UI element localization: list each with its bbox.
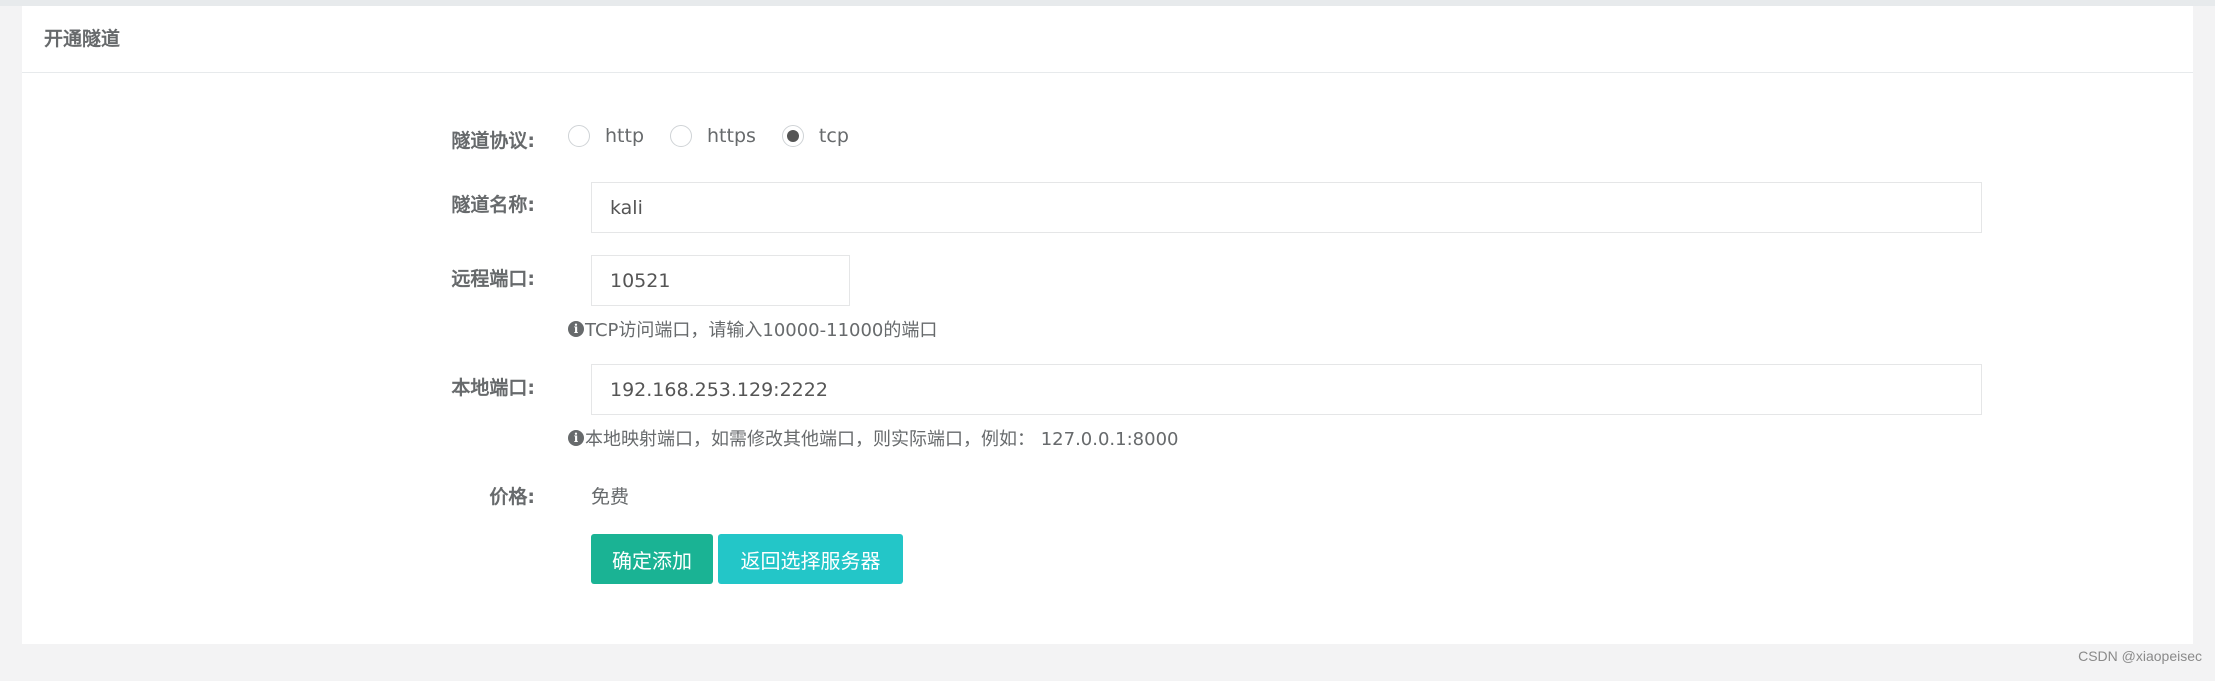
local-port-label: 本地端口: xyxy=(451,377,535,399)
protocol-option-http[interactable]: http xyxy=(568,125,644,147)
radio-tcp[interactable] xyxy=(781,125,804,147)
remote-port-label: 远程端口: xyxy=(451,268,535,290)
info-circle-icon: i xyxy=(568,321,584,337)
back-to-server-select-button[interactable]: 返回选择服务器 xyxy=(718,534,903,584)
remote-port-help: i TCP访问端口，请输入10000-11000的端口 xyxy=(568,316,937,342)
open-tunnel-panel: 开通隧道 xyxy=(22,6,2193,644)
local-port-help: i 本地映射端口，如需修改其他端口，则实际端口，例如： 127.0.0.1:80… xyxy=(568,425,1178,451)
panel-title: 开通隧道 xyxy=(44,28,121,50)
tunnel-name-input[interactable] xyxy=(591,182,1982,233)
tunnel-name-label: 隧道名称: xyxy=(451,194,535,216)
price-label: 价格: xyxy=(489,486,535,508)
confirm-add-button[interactable]: 确定添加 xyxy=(591,534,713,584)
protocol-radio-group: http https tcp xyxy=(568,121,875,151)
price-value: 免费 xyxy=(591,486,630,508)
local-port-help-text: 本地映射端口，如需修改其他端口，则实际端口，例如： 127.0.0.1:8000 xyxy=(585,429,1179,450)
radio-label-http: http xyxy=(605,125,645,147)
radio-label-https: https xyxy=(707,125,756,147)
panel-header: 开通隧道 xyxy=(22,6,2193,73)
radio-https[interactable] xyxy=(670,125,693,147)
protocol-label: 隧道协议: xyxy=(451,130,535,152)
radio-label-tcp: tcp xyxy=(818,125,849,147)
watermark: CSDN @xiaopeisec xyxy=(2078,648,2202,664)
info-circle-icon: i xyxy=(568,430,584,446)
local-port-input[interactable] xyxy=(591,364,1982,415)
remote-port-input[interactable] xyxy=(591,255,850,306)
radio-http[interactable] xyxy=(568,125,590,147)
remote-port-help-text: TCP访问端口，请输入10000-11000的端口 xyxy=(585,320,938,341)
protocol-option-https[interactable]: https xyxy=(670,125,756,147)
protocol-option-tcp[interactable]: tcp xyxy=(781,125,849,147)
